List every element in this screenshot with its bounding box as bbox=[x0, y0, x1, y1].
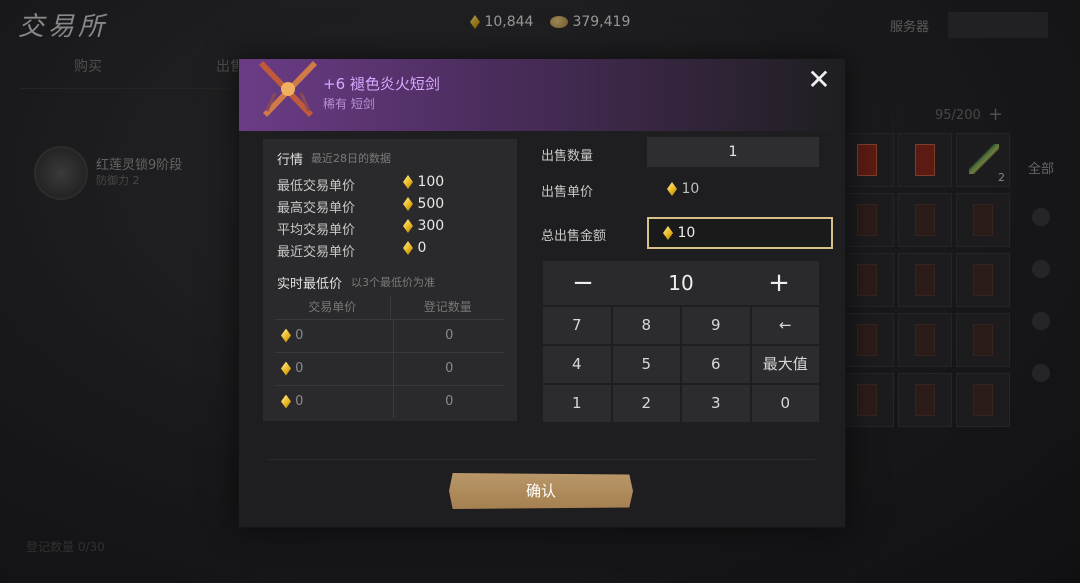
sell-modal: +6 褪色炎火短剑 稀有 短剑 ✕ 行情 最近28日的数据 最低交易单价 100… bbox=[238, 58, 846, 528]
table-row: 0 0 bbox=[275, 319, 505, 352]
key-backspace[interactable]: ← bbox=[751, 307, 819, 344]
avg-price-label: 平均交易单价 bbox=[277, 223, 356, 238]
increase-button[interactable]: + bbox=[749, 261, 809, 305]
total-label: 总出售金额 bbox=[541, 229, 607, 244]
table-header: 交易单价 登记数量 bbox=[275, 295, 505, 319]
price-stepper: − 10 + bbox=[543, 261, 819, 305]
realtime-table: 交易单价 登记数量 0 0 0 0 0 0 bbox=[275, 295, 505, 418]
key-6[interactable]: 6 bbox=[682, 346, 750, 383]
modal-divider bbox=[269, 459, 815, 460]
recent-price-value: 0 bbox=[403, 240, 426, 256]
row-price: 0 bbox=[275, 320, 394, 352]
gem-icon bbox=[667, 182, 677, 196]
stepper-value: 10 bbox=[668, 271, 694, 295]
avg-price-value: 300 bbox=[403, 218, 444, 234]
confirm-button[interactable]: 确认 bbox=[449, 473, 633, 509]
key-7[interactable]: 7 bbox=[543, 307, 611, 344]
key-9[interactable]: 9 bbox=[682, 307, 750, 344]
row-price: 0 bbox=[275, 386, 394, 418]
realtime-subtitle: 以3个最低价为准 bbox=[351, 276, 435, 289]
sell-price-label: 出售单价 bbox=[541, 185, 594, 200]
row-qty: 0 bbox=[445, 361, 454, 376]
header-qty: 登记数量 bbox=[423, 300, 472, 314]
max-price-value: 500 bbox=[403, 196, 444, 212]
key-5[interactable]: 5 bbox=[612, 346, 680, 383]
market-title: 行情 bbox=[277, 153, 304, 168]
recent-price-label: 最近交易单价 bbox=[277, 245, 356, 260]
gem-icon bbox=[403, 197, 413, 211]
market-panel: 行情 最近28日的数据 最低交易单价 100 最高交易单价 500 平均交易单价… bbox=[263, 139, 517, 421]
sell-qty-label: 出售数量 bbox=[541, 149, 594, 164]
gem-icon bbox=[403, 241, 413, 255]
decrease-button[interactable]: − bbox=[553, 261, 613, 305]
item-rarity: 稀有 短剑 bbox=[323, 97, 375, 111]
gem-icon bbox=[663, 226, 673, 240]
key-1[interactable]: 1 bbox=[543, 385, 611, 422]
key-8[interactable]: 8 bbox=[612, 307, 680, 344]
realtime-title: 实时最低价 bbox=[277, 277, 343, 292]
key-3[interactable]: 3 bbox=[682, 385, 750, 422]
close-button[interactable]: ✕ bbox=[803, 65, 835, 97]
header-price: 交易单价 bbox=[275, 295, 391, 319]
gem-icon bbox=[403, 175, 413, 189]
sell-qty-field[interactable]: 1 bbox=[647, 137, 819, 167]
key-4[interactable]: 4 bbox=[543, 346, 611, 383]
sell-price-value: 10 bbox=[667, 181, 699, 197]
gem-icon bbox=[281, 394, 291, 409]
key-max[interactable]: 最大值 bbox=[751, 346, 819, 383]
market-subtitle: 最近28日的数据 bbox=[311, 152, 391, 165]
sword-icon bbox=[259, 61, 317, 117]
gem-icon bbox=[281, 328, 291, 343]
gem-icon bbox=[403, 219, 413, 233]
item-name: +6 褪色炎火短剑 bbox=[323, 75, 440, 93]
key-0[interactable]: 0 bbox=[751, 385, 819, 422]
min-price-label: 最低交易单价 bbox=[277, 179, 356, 194]
row-qty: 0 bbox=[445, 328, 454, 343]
number-keypad: 7 8 9 ← 4 5 6 最大值 1 2 3 0 bbox=[543, 307, 819, 422]
min-price-value: 100 bbox=[403, 174, 444, 190]
row-price: 0 bbox=[275, 353, 394, 385]
total-amount-field[interactable]: 10 bbox=[647, 217, 833, 249]
key-2[interactable]: 2 bbox=[612, 385, 680, 422]
max-price-label: 最高交易单价 bbox=[277, 201, 356, 216]
table-row: 0 0 bbox=[275, 385, 505, 418]
table-row: 0 0 bbox=[275, 352, 505, 385]
gem-icon bbox=[281, 361, 291, 376]
row-qty: 0 bbox=[445, 394, 454, 409]
